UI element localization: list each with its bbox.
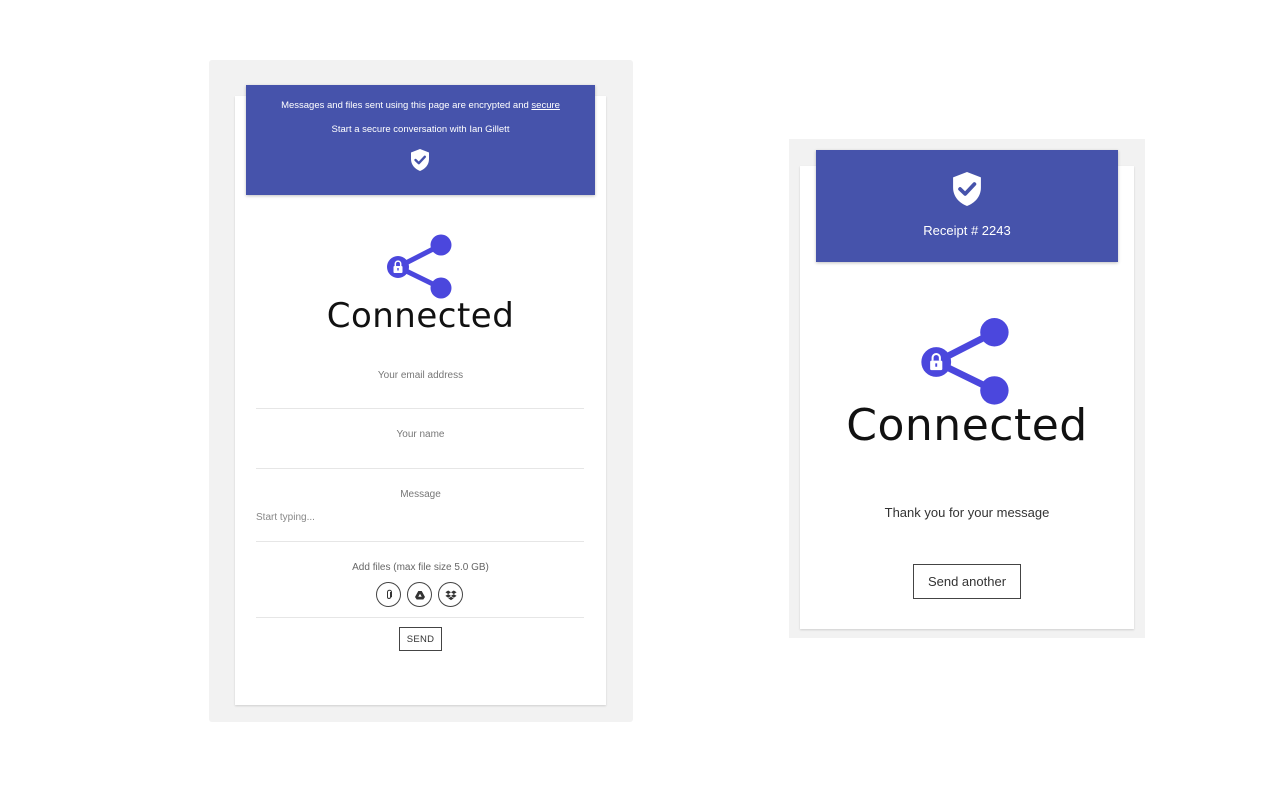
add-files-label: Add files (max file size 5.0 GB) xyxy=(352,562,489,573)
name-field-underline xyxy=(256,468,584,469)
dropbox-icon xyxy=(444,590,457,600)
google-drive-icon xyxy=(414,590,425,599)
name-field[interactable] xyxy=(256,418,584,468)
paperclip-icon xyxy=(386,589,392,599)
conversation-subtitle: Start a secure conversation with Ian Gil… xyxy=(331,124,510,135)
email-field[interactable] xyxy=(256,358,584,408)
share-lock-icon xyxy=(387,234,452,299)
shield-check-icon xyxy=(411,149,429,171)
receipt-number: Receipt # 2243 xyxy=(923,223,1011,238)
dropbox-button[interactable] xyxy=(438,582,463,607)
attachments-divider xyxy=(256,617,584,618)
encryption-notice: Messages and files sent using this page … xyxy=(246,100,595,111)
send-button[interactable]: SEND xyxy=(399,627,442,651)
receipt-banner: Receipt # 2243 xyxy=(816,150,1118,262)
message-field[interactable]: Start typing... xyxy=(256,504,584,536)
google-drive-button[interactable] xyxy=(407,582,432,607)
message-field-underline xyxy=(256,541,584,542)
attach-file-button[interactable] xyxy=(376,582,401,607)
brand-wordmark: Connected xyxy=(846,400,1088,451)
message-field-label: Message xyxy=(400,489,441,500)
secure-link[interactable]: secure xyxy=(531,100,560,111)
brand-wordmark: Connected xyxy=(326,296,515,336)
encryption-notice-text: Messages and files sent using this page … xyxy=(281,100,529,111)
send-another-button[interactable]: Send another xyxy=(913,564,1021,599)
message-placeholder: Start typing... xyxy=(256,512,315,523)
thank-you-message: Thank you for your message xyxy=(884,505,1050,520)
shield-check-icon xyxy=(953,172,981,206)
email-field-underline xyxy=(256,408,584,409)
form-security-banner: Messages and files sent using this page … xyxy=(246,85,595,195)
share-lock-icon xyxy=(921,318,1009,405)
